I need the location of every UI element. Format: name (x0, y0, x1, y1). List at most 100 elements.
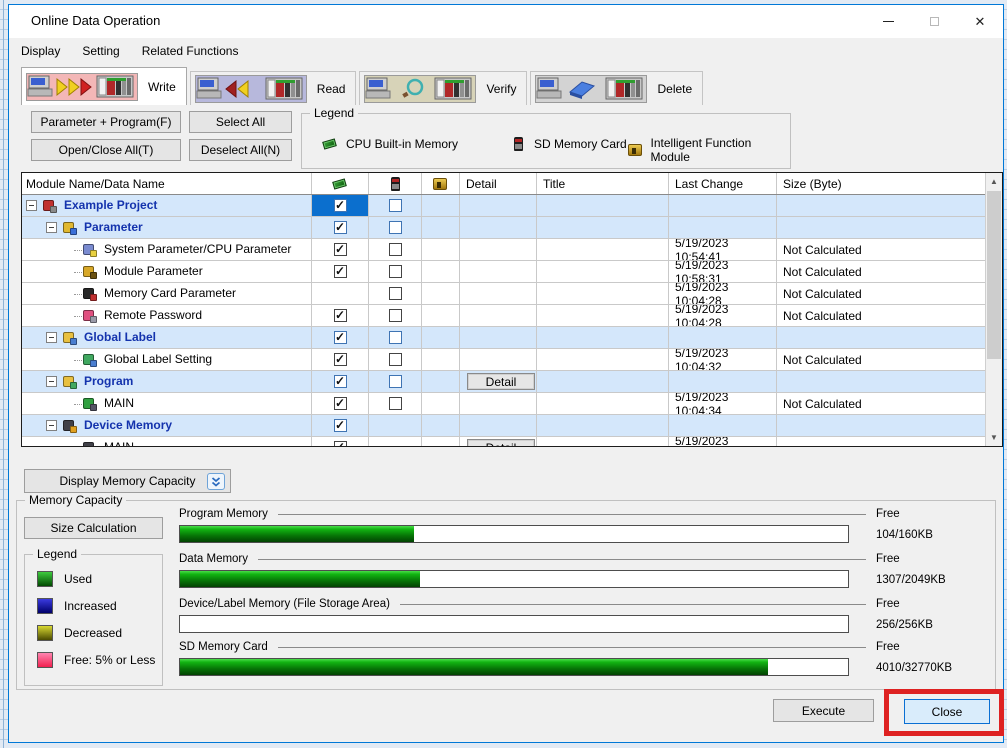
tree-item[interactable]: Global Label (22, 327, 312, 348)
checkbox-sd-card[interactable] (389, 199, 402, 212)
legend-groupbox: Legend CPU Built-in Memory SD Memory Car… (301, 113, 791, 169)
checkbox-sd-card[interactable] (389, 309, 402, 322)
checkbox-cpu-memory[interactable]: ✓ (334, 243, 347, 256)
tree-collapse-icon[interactable] (46, 420, 57, 431)
parameter-program-button[interactable]: Parameter + Program(F) (31, 111, 181, 133)
tree-item[interactable]: MAIN (22, 393, 312, 414)
cell-cpu-memory[interactable]: ✓ (312, 415, 369, 436)
tab-read[interactable]: Read (190, 71, 357, 105)
cell-cpu-memory[interactable]: ✓ (312, 371, 369, 392)
checkbox-cpu-memory[interactable]: ✓ (334, 331, 347, 344)
cell-sd-card[interactable] (369, 261, 422, 282)
checkbox-sd-card[interactable] (389, 331, 402, 344)
cell-cpu-memory[interactable]: ✓ (312, 217, 369, 238)
menu-setting[interactable]: Setting (72, 40, 129, 62)
cell-cpu-memory[interactable]: ✓ (312, 437, 369, 447)
tree-item[interactable]: Example Project (22, 195, 312, 216)
checkbox-cpu-memory[interactable]: ✓ (334, 419, 347, 432)
memory-bar-label: Program Memory (179, 508, 268, 520)
tab-write[interactable]: Write (21, 67, 187, 105)
cell-sd-card[interactable] (369, 327, 422, 348)
cell-sd-card[interactable] (369, 415, 422, 436)
checkbox-cpu-memory[interactable]: ✓ (334, 309, 347, 322)
cell-cpu-memory[interactable]: ✓ (312, 349, 369, 370)
detail-button[interactable]: Detail (467, 373, 535, 390)
menu-display[interactable]: Display (11, 40, 70, 62)
column-size[interactable]: Size (Byte) (777, 173, 970, 194)
checkbox-cpu-memory[interactable]: ✓ (334, 353, 347, 366)
online-data-operation-dialog: Online Data Operation ✕ Display Setting … (8, 4, 1004, 743)
cell-cpu-memory[interactable] (312, 283, 369, 304)
scrollbar-thumb[interactable] (987, 191, 1001, 359)
checkbox-cpu-memory[interactable]: ✓ (334, 265, 347, 278)
tab-delete[interactable]: Delete (530, 71, 703, 105)
column-last-change[interactable]: Last Change (669, 173, 777, 194)
cell-sd-card[interactable] (369, 239, 422, 260)
checkbox-cpu-memory[interactable]: ✓ (334, 397, 347, 410)
open-close-all-button[interactable]: Open/Close All(T) (31, 139, 181, 161)
tab-verify[interactable]: Verify (359, 71, 527, 105)
cell-sd-card[interactable] (369, 283, 422, 304)
tree-collapse-icon[interactable] (46, 376, 57, 387)
cell-cpu-memory[interactable]: ✓ (312, 261, 369, 282)
column-detail[interactable]: Detail (460, 173, 537, 194)
checkbox-sd-card[interactable] (389, 397, 402, 410)
column-cpu-memory[interactable] (312, 173, 369, 194)
cell-sd-card[interactable] (369, 437, 422, 447)
tree-item[interactable]: Remote Password (22, 305, 312, 326)
tree-item[interactable]: Parameter (22, 217, 312, 238)
tree-item[interactable]: System Parameter/CPU Parameter (22, 239, 312, 260)
menu-related-functions[interactable]: Related Functions (132, 40, 249, 62)
scroll-down-icon[interactable]: ▼ (986, 429, 1002, 446)
table-row: Module Parameter✓5/19/2023 10:58:31Not C… (22, 261, 1002, 283)
memory-legend-item: Increased (37, 598, 117, 614)
cell-cpu-memory[interactable]: ✓ (312, 305, 369, 326)
checkbox-sd-card[interactable] (389, 221, 402, 234)
tree-item[interactable]: Program (22, 371, 312, 392)
deselect-all-button[interactable]: Deselect All(N) (189, 139, 292, 161)
checkbox-sd-card[interactable] (389, 265, 402, 278)
cell-sd-card[interactable] (369, 393, 422, 414)
cell-cpu-memory[interactable]: ✓ (312, 393, 369, 414)
checkbox-sd-card[interactable] (389, 375, 402, 388)
cell-sd-card[interactable] (369, 371, 422, 392)
checkbox-cpu-memory[interactable]: ✓ (334, 221, 347, 234)
tree-item[interactable]: Module Parameter (22, 261, 312, 282)
tree-item[interactable]: Device Memory (22, 415, 312, 436)
cell-cpu-memory[interactable]: ✓ (312, 239, 369, 260)
checkbox-cpu-memory[interactable]: ✓ (334, 375, 347, 388)
tree-collapse-icon[interactable] (26, 200, 37, 211)
execute-button[interactable]: Execute (773, 699, 874, 722)
detail-button[interactable]: Detail (467, 439, 535, 447)
tree-item[interactable]: MAIN (22, 437, 312, 447)
cell-cpu-memory[interactable]: ✓ (312, 195, 369, 216)
checkbox-cpu-memory[interactable]: ✓ (334, 199, 347, 212)
tree-collapse-icon[interactable] (46, 222, 57, 233)
tree-collapse-icon[interactable] (46, 332, 57, 343)
display-memory-capacity-button[interactable]: Display Memory Capacity (24, 469, 231, 493)
close-window-button[interactable]: ✕ (957, 5, 1003, 38)
cell-sd-card[interactable] (369, 217, 422, 238)
memory-free-label: Free (876, 641, 900, 653)
table-scrollbar[interactable]: ▲ ▼ (985, 173, 1002, 446)
tree-item[interactable]: Global Label Setting (22, 349, 312, 370)
column-ifm[interactable] (422, 173, 460, 194)
column-module-name[interactable]: Module Name/Data Name (22, 173, 312, 194)
cell-sd-card[interactable] (369, 305, 422, 326)
memory-bar-labelrow: Data Memory (179, 553, 866, 565)
scroll-up-icon[interactable]: ▲ (986, 173, 1002, 190)
select-all-button[interactable]: Select All (189, 111, 292, 133)
cell-cpu-memory[interactable]: ✓ (312, 327, 369, 348)
checkbox-cpu-memory[interactable]: ✓ (334, 441, 347, 447)
checkbox-sd-card[interactable] (389, 287, 402, 300)
checkbox-sd-card[interactable] (389, 353, 402, 366)
tree-item[interactable]: Memory Card Parameter (22, 283, 312, 304)
column-title[interactable]: Title (537, 173, 669, 194)
titlebar[interactable]: Online Data Operation ✕ (9, 5, 1003, 38)
cell-sd-card[interactable] (369, 195, 422, 216)
size-calculation-button[interactable]: Size Calculation (24, 517, 163, 539)
cell-sd-card[interactable] (369, 349, 422, 370)
minimize-button[interactable] (865, 5, 911, 38)
column-sd-card[interactable] (369, 173, 422, 194)
checkbox-sd-card[interactable] (389, 243, 402, 256)
